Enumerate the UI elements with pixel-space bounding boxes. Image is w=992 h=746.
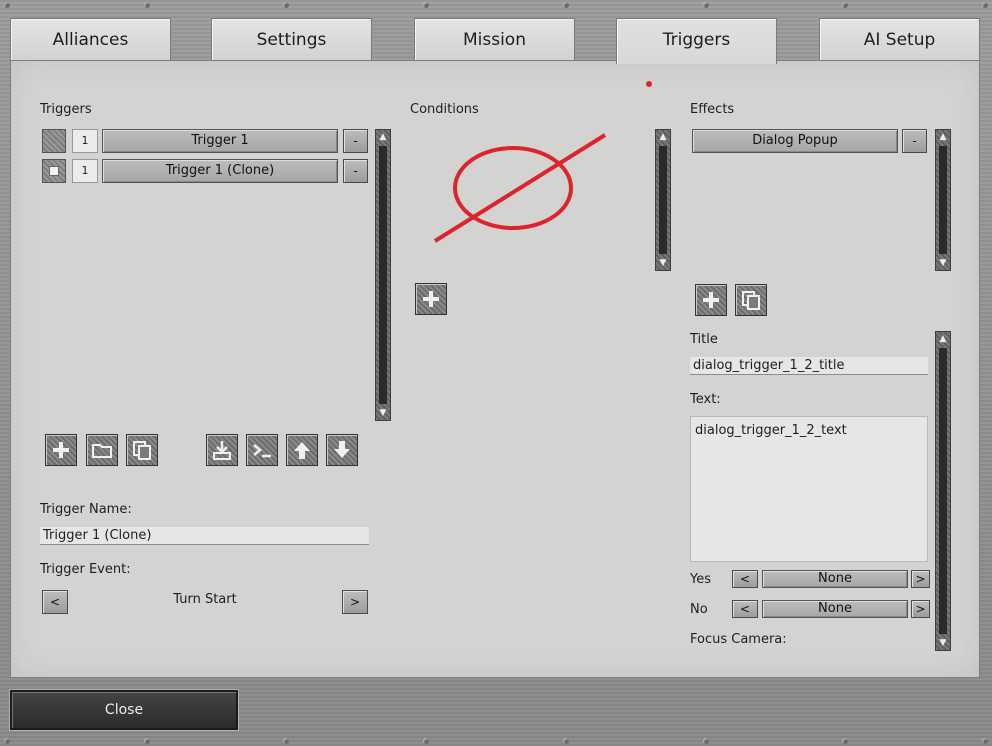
tab-alliances[interactable]: Alliances: [10, 18, 171, 60]
rivet-strip-top: [0, 2, 992, 10]
tab-settings[interactable]: Settings: [211, 18, 372, 60]
clone-trigger-button[interactable]: [126, 434, 158, 466]
import-icon: [213, 441, 231, 460]
effects-heading: Effects: [690, 102, 735, 117]
add-condition-button[interactable]: [415, 283, 447, 315]
triggers-scrollbar[interactable]: ▲ ▼: [375, 129, 391, 421]
trigger-event-next-button[interactable]: >: [342, 590, 368, 614]
scroll-track: [939, 146, 947, 254]
triggers-heading: Triggers: [40, 102, 92, 117]
effects-scrollbar[interactable]: ▲ ▼: [935, 129, 951, 271]
trigger-2-remove-button[interactable]: -: [343, 159, 368, 183]
trigger-2-count: 1: [72, 159, 98, 183]
effect-yes-prev-button[interactable]: <: [732, 570, 758, 588]
no-entry-icon: [433, 133, 607, 243]
effect-yes-value[interactable]: None: [762, 570, 908, 588]
add-effect-button[interactable]: [695, 284, 727, 316]
copy-icon: [133, 441, 151, 460]
copy-icon: [742, 291, 760, 310]
plus-icon: [703, 292, 719, 308]
scroll-track: [939, 348, 947, 634]
trigger-2-checkbox[interactable]: [42, 159, 66, 183]
scroll-down-arrow-icon[interactable]: ▼: [376, 406, 390, 420]
checkbox-mark: [49, 166, 59, 176]
trigger-1-checkbox[interactable]: [42, 129, 66, 153]
effect-1-button[interactable]: Dialog Popup: [692, 129, 898, 153]
trigger-1-remove-button[interactable]: -: [343, 129, 368, 153]
folder-icon: [92, 444, 112, 458]
triggers-editor-panel: Triggers 1 Trigger 1 - 1 Trigger 1 (Clon…: [10, 60, 980, 678]
tab-ai-setup[interactable]: AI Setup: [819, 18, 980, 60]
plus-icon: [423, 291, 439, 307]
trigger-name-label: Trigger Name:: [40, 502, 132, 517]
scroll-track: [379, 146, 387, 404]
effect-text-label: Text:: [690, 392, 721, 407]
trigger-event-value: Turn Start: [173, 592, 237, 607]
console-trigger-button[interactable]: [246, 434, 278, 466]
effect-yes-next-button[interactable]: >: [911, 570, 930, 588]
effect-no-next-button[interactable]: >: [911, 600, 930, 618]
trigger-1-button[interactable]: Trigger 1: [102, 129, 338, 153]
tab-triggers[interactable]: Triggers: [616, 18, 777, 64]
effect-1-remove-button[interactable]: -: [902, 129, 927, 153]
arrow-down-icon: [334, 441, 350, 458]
effect-yes-label: Yes: [690, 572, 711, 587]
effect-no-prev-button[interactable]: <: [732, 600, 758, 618]
effect-no-label: No: [690, 602, 708, 617]
clone-effect-button[interactable]: [735, 284, 767, 316]
add-trigger-button[interactable]: [45, 434, 77, 466]
effect-details-scrollbar[interactable]: ▲ ▼: [935, 331, 951, 651]
scroll-up-arrow-icon[interactable]: ▲: [656, 130, 670, 144]
conditions-scrollbar[interactable]: ▲ ▼: [655, 129, 671, 271]
focus-camera-label: Focus Camera:: [690, 632, 787, 647]
plus-icon: [53, 442, 69, 458]
arrow-up-icon: [294, 442, 310, 459]
scroll-down-arrow-icon[interactable]: ▼: [936, 256, 950, 270]
console-icon: [253, 444, 271, 458]
scroll-up-arrow-icon[interactable]: ▲: [376, 130, 390, 144]
tab-mission[interactable]: Mission: [414, 18, 575, 60]
load-triggers-button[interactable]: [86, 434, 118, 466]
effect-text-area[interactable]: dialog_trigger_1_2_text: [690, 416, 928, 562]
scroll-up-arrow-icon[interactable]: ▲: [936, 332, 950, 346]
effect-title-label: Title: [690, 332, 718, 347]
conditions-heading: Conditions: [410, 102, 479, 117]
red-dot-marker: [646, 81, 652, 87]
scroll-down-arrow-icon[interactable]: ▼: [656, 256, 670, 270]
effect-no-value[interactable]: None: [762, 600, 908, 618]
trigger-1-count: 1: [72, 129, 98, 153]
trigger-name-input[interactable]: Trigger 1 (Clone): [40, 527, 369, 545]
trigger-event-prev-button[interactable]: <: [42, 590, 68, 614]
rivet-strip-bottom: [0, 738, 992, 746]
effect-title-input[interactable]: dialog_trigger_1_2_title: [690, 357, 928, 375]
import-trigger-button[interactable]: [206, 434, 238, 466]
move-trigger-up-button[interactable]: [286, 434, 318, 466]
close-button[interactable]: Close: [10, 690, 238, 730]
scroll-down-arrow-icon[interactable]: ▼: [936, 636, 950, 650]
trigger-event-label: Trigger Event:: [40, 562, 131, 577]
scroll-up-arrow-icon[interactable]: ▲: [936, 130, 950, 144]
move-trigger-down-button[interactable]: [326, 434, 358, 466]
scroll-track: [659, 146, 667, 254]
trigger-2-button[interactable]: Trigger 1 (Clone): [102, 159, 338, 183]
